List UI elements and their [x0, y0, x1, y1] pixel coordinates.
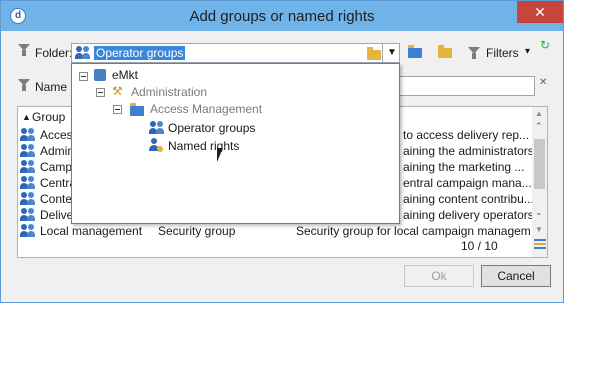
name-label: Name [35, 80, 68, 94]
scroll-up-icon[interactable]: ⌃ [535, 121, 543, 132]
scroll-bottom-icon[interactable]: ▼ [535, 225, 543, 234]
group-icon [20, 144, 36, 158]
row-name: Acces [40, 128, 73, 142]
group-icon [20, 208, 36, 222]
scroll-down-icon[interactable]: ⌄ [535, 207, 543, 218]
column-header-group[interactable]: Group [32, 109, 65, 125]
folder-label: Folder: [35, 46, 73, 60]
refresh-icon[interactable]: ↻ [540, 38, 550, 52]
scroll-thumb[interactable] [534, 139, 545, 189]
row-name: Delive [40, 208, 74, 222]
filters-caret-icon[interactable]: ▾ [525, 46, 530, 57]
tree-item-operator-groups[interactable]: Operator groups [168, 121, 255, 135]
tree-item-access-management[interactable]: Access Management [150, 102, 262, 116]
collapse-icon[interactable] [96, 88, 105, 97]
access-folder-icon [130, 103, 144, 116]
dialog-window: d Add groups or named rights ✕ Folder: O… [0, 0, 564, 303]
list-options-icon[interactable] [534, 239, 546, 249]
ok-button[interactable]: Ok [404, 265, 474, 287]
row-description: aining the administrators [403, 144, 534, 158]
row-name: Camp [40, 160, 73, 174]
scroll-top-icon[interactable]: ▲ [535, 109, 543, 118]
row-name: Conte [40, 192, 73, 206]
search-input[interactable] [399, 76, 535, 96]
collapse-icon[interactable] [79, 72, 88, 81]
folder-icon[interactable] [367, 47, 381, 60]
database-icon [94, 69, 106, 81]
row-type: Security group [158, 224, 236, 238]
filters-button[interactable]: Filters [486, 46, 519, 60]
cancel-button[interactable]: Cancel [481, 265, 551, 287]
row-description: entral campaign mana... [403, 176, 532, 190]
row-description: aining the marketing ... [403, 160, 525, 174]
row-description: aining content contribu... [403, 192, 534, 206]
row-name: Admin [40, 144, 75, 158]
sort-up-icon: ▲ [22, 112, 31, 122]
record-count: 10 / 10 [461, 239, 498, 253]
row-name: Local management [40, 224, 143, 238]
chevron-down-icon[interactable]: ▼ [382, 44, 401, 62]
window-title: Add groups or named rights [189, 8, 375, 25]
folder-combo[interactable]: Operator groups ▼ [71, 43, 400, 63]
operator-groups-icon [149, 121, 165, 135]
mouse-cursor-icon [217, 148, 223, 162]
group-icon [20, 224, 36, 238]
wrench-icon: ⚒ [112, 84, 123, 98]
clear-search-icon[interactable]: ✕ [539, 77, 547, 88]
folder-up-icon[interactable] [408, 45, 422, 58]
group-icon [20, 192, 36, 206]
filters-icon[interactable] [468, 47, 480, 59]
table-row[interactable]: Local management Security group Security… [18, 223, 533, 239]
folder-tree-dropdown[interactable]: eMkt ⚒ Administration Access Management … [71, 63, 400, 224]
named-rights-icon [149, 138, 163, 152]
group-icon [20, 128, 36, 142]
title-bar: d Add groups or named rights ✕ [1, 1, 563, 31]
folder-value: Operator groups [94, 46, 186, 60]
tree-item-administration[interactable]: Administration [131, 85, 207, 99]
operator-groups-icon [75, 46, 91, 60]
collapse-icon[interactable] [113, 105, 122, 114]
row-description: aining delivery operators [403, 208, 534, 222]
group-icon [20, 160, 36, 174]
list-scrollbar[interactable]: ▲ ⌃ ⌄ ▼ [532, 107, 547, 257]
tree-item-emkt[interactable]: eMkt [112, 68, 138, 82]
tree-item-named-rights[interactable]: Named rights [168, 139, 239, 153]
row-description: to access delivery rep... [403, 128, 530, 142]
open-folder-icon[interactable] [438, 45, 452, 58]
close-button[interactable]: ✕ [517, 1, 563, 23]
search-filter-icon [18, 79, 30, 91]
row-description: Security group for local campaign manage… [296, 224, 531, 238]
filter-icon [18, 44, 30, 56]
group-icon [20, 176, 36, 190]
